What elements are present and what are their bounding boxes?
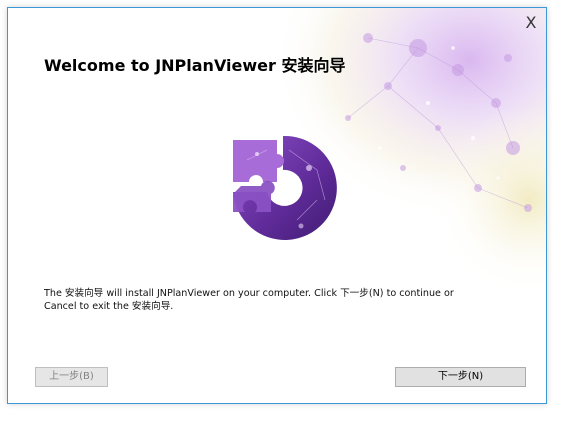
description-line-1: The 安装向导 will install JNPlanViewer on yo… [44, 288, 454, 299]
description-line-2: Cancel to exit the 安装向导. [44, 301, 174, 312]
title-bar: X [8, 8, 546, 38]
description-text: The 安装向导 will install JNPlanViewer on yo… [44, 287, 514, 313]
page-title: Welcome to JNPlanViewer 安装向导 [44, 56, 346, 75]
back-button[interactable]: 上一步(B) [35, 367, 108, 387]
next-button[interactable]: 下一步(N) [395, 367, 526, 387]
puzzle-piece-logo-icon [233, 135, 337, 240]
close-icon[interactable]: X [520, 12, 542, 34]
installer-window: X Welcome to JNPlanViewer 安装向导 The 安装向导 … [7, 7, 547, 404]
